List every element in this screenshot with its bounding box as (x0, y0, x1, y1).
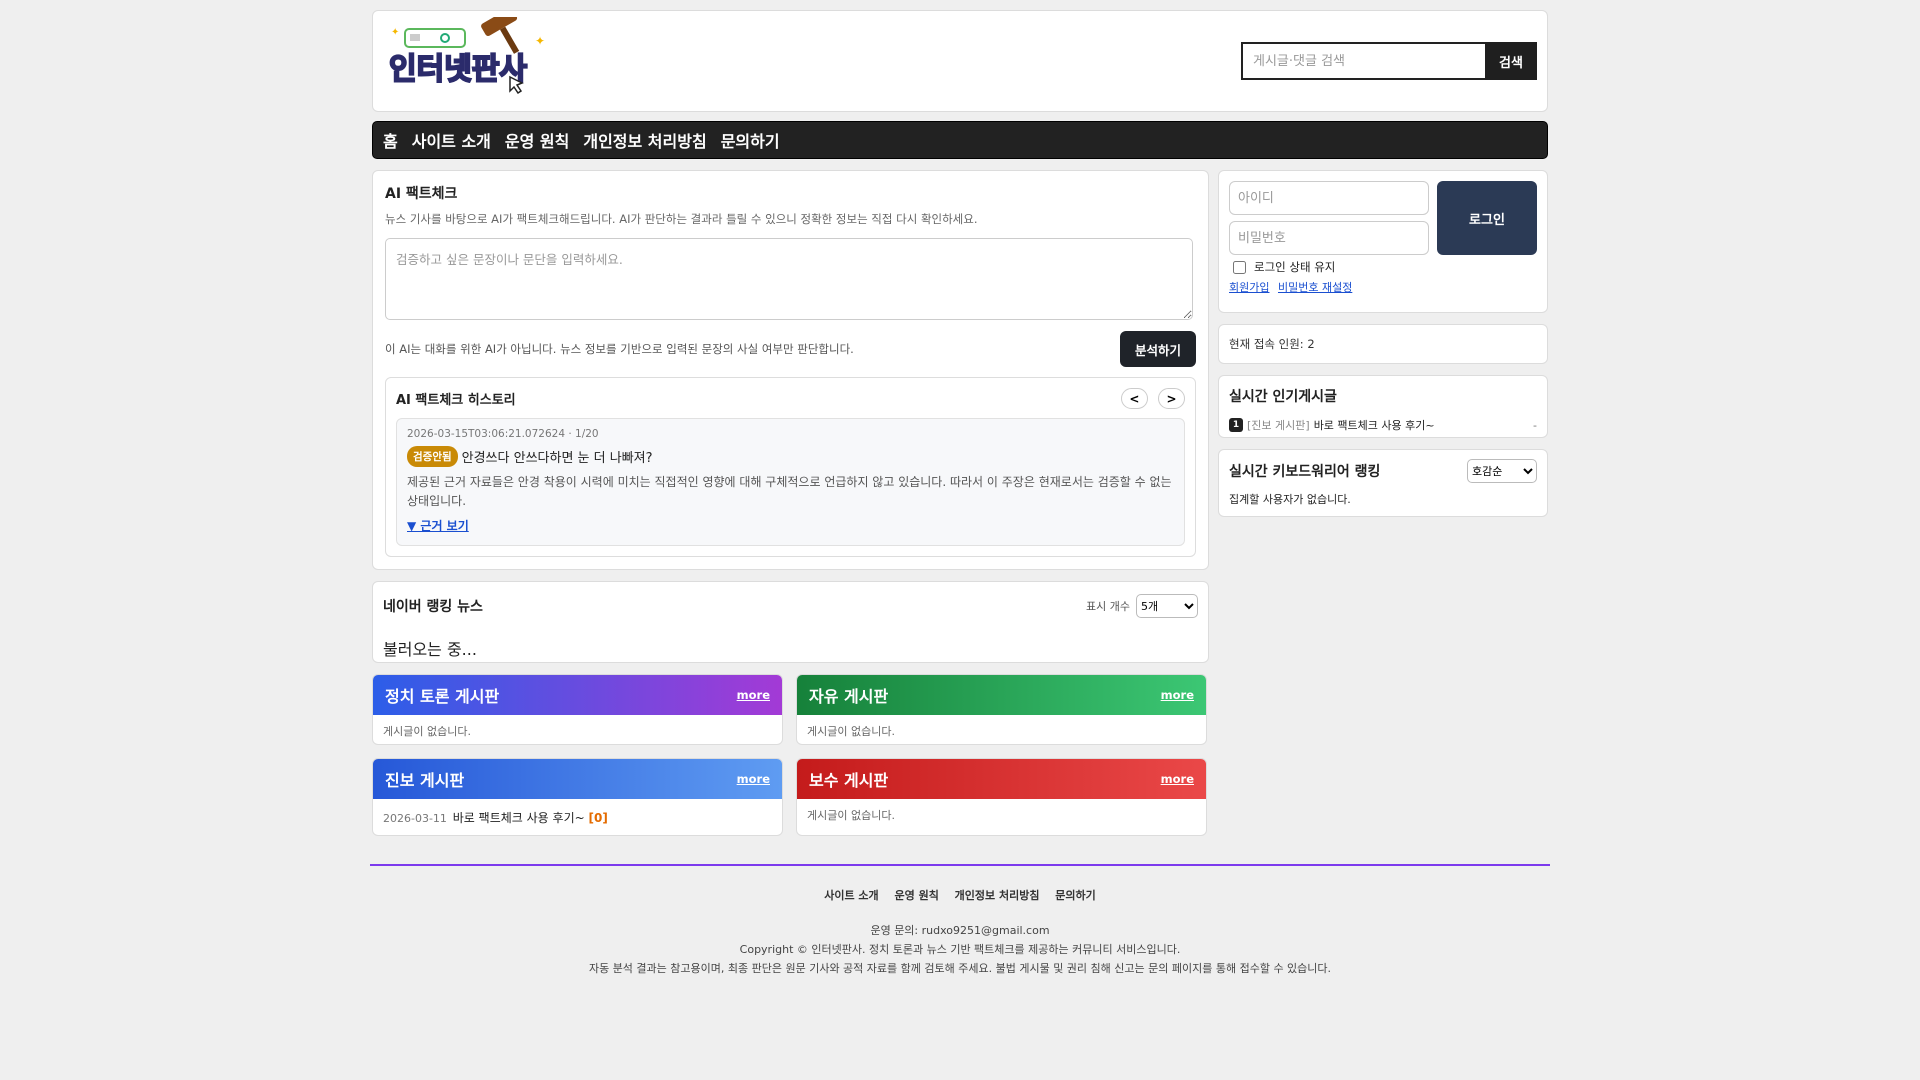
board-more-link[interactable]: more (1161, 772, 1194, 786)
site-logo[interactable]: 인터넷판사 ✦ ✦ (385, 17, 555, 105)
site-footer: 사이트 소개 운영 원칙 개인정보 처리방침 문의하기 운영 문의: rudxo… (370, 864, 1550, 978)
ranking-news-panel: 네이버 랭킹 뉴스 표시 개수 5개 불러오는 중... (372, 581, 1209, 663)
history-prev-button[interactable]: < (1120, 388, 1148, 409)
show-evidence-link[interactable]: ▼ 근거 보기 (407, 517, 469, 534)
board-title: 진보 게시판 (385, 771, 465, 790)
board-title: 정치 토론 게시판 (385, 687, 500, 706)
search-bar: 검색 (1241, 42, 1537, 80)
board-more-link[interactable]: more (737, 772, 770, 786)
search-button[interactable]: 검색 (1485, 42, 1537, 80)
reset-password-link[interactable]: 비밀번호 재설정 (1278, 281, 1352, 294)
factcheck-panel: AI 팩트체크 뉴스 기사를 바탕으로 AI가 팩트체크해드립니다. AI가 판… (372, 170, 1209, 570)
history-title: AI 팩트체크 히스토리 (396, 393, 516, 408)
footer-link-privacy[interactable]: 개인정보 처리방침 (955, 889, 1040, 902)
board-more-link[interactable]: more (737, 688, 770, 702)
keyboard-title: 실시간 키보드워리어 랭킹 (1229, 464, 1381, 480)
board-politics: 정치 토론 게시판 more 게시글이 없습니다. (372, 674, 783, 745)
board-free: 자유 게시판 more 게시글이 없습니다. (796, 674, 1207, 745)
board-post[interactable]: 2026-03-11 바로 팩트체크 사용 후기~ [0] (373, 799, 782, 835)
svg-text:✦: ✦ (391, 27, 399, 38)
password-input[interactable] (1229, 221, 1429, 255)
footer-contact: 운영 문의: rudxo9251@gmail.com (870, 924, 1050, 937)
history-claim: 안경쓰다 안쓰다하면 눈 더 나빠져? (461, 451, 653, 466)
nav-privacy[interactable]: 개인정보 처리방침 (583, 128, 706, 152)
analyze-button[interactable]: 분석하기 (1119, 331, 1196, 367)
keyboard-sort-select[interactable]: 호감순 (1467, 459, 1537, 483)
news-count-label: 표시 개수 (1086, 600, 1130, 613)
board-empty: 게시글이 없습니다. (807, 809, 895, 822)
login-panel: 로그인 로그인 상태 유지 회원가입 비밀번호 재설정 (1218, 170, 1548, 313)
login-button[interactable]: 로그인 (1437, 181, 1537, 255)
online-count: 현재 접속 인원: 2 (1218, 324, 1548, 364)
rank-badge: 1 (1229, 418, 1243, 432)
popular-board-tag: [진보 게시판] (1247, 419, 1310, 432)
board-title: 보수 게시판 (809, 771, 889, 790)
keep-login-checkbox[interactable] (1233, 260, 1246, 274)
keep-login-label: 로그인 상태 유지 (1254, 260, 1336, 274)
keep-login[interactable]: 로그인 상태 유지 (1229, 259, 1537, 275)
board-empty: 게시글이 없습니다. (383, 725, 471, 738)
main-nav: 홈 사이트 소개 운영 원칙 개인정보 처리방침 문의하기 (372, 121, 1548, 159)
post-date: 2026-03-11 (383, 812, 447, 825)
factcheck-history: AI 팩트체크 히스토리 < > 2026-03-15T03:06:21.072… (385, 377, 1196, 557)
post-title[interactable]: 바로 팩트체크 사용 후기~ (453, 811, 585, 825)
news-count-select[interactable]: 5개 (1136, 594, 1198, 618)
footer-link-contact[interactable]: 문의하기 (1055, 889, 1095, 902)
site-header: 인터넷판사 ✦ ✦ 검색 (372, 10, 1548, 112)
nav-principles[interactable]: 운영 원칙 (505, 128, 569, 152)
keyboard-empty: 집계할 사용자가 없습니다. (1229, 493, 1351, 506)
logo-text: 인터넷판사 (389, 52, 527, 87)
factcheck-note: 이 AI는 대화를 위한 AI가 아닙니다. 뉴스 정보를 기반으로 입력된 문… (385, 342, 854, 356)
username-input[interactable] (1229, 181, 1429, 215)
footer-disclaimer: 자동 분석 결과는 참고용이며, 최종 판단은 원문 기사와 공적 자료를 함께… (588, 962, 1332, 975)
verdict-badge: 검증안됨 (407, 446, 458, 467)
history-reason: 제공된 근거 자료들은 안경 착용이 시력에 미치는 직접적인 영향에 대해 구… (407, 475, 1172, 508)
footer-copyright: Copyright © 인터넷판사. 정치 토론과 뉴스 기반 팩트체크를 제공… (739, 943, 1181, 956)
popular-post-title[interactable]: 바로 팩트체크 사용 후기~ (1314, 417, 1435, 433)
board-empty: 게시글이 없습니다. (807, 725, 895, 738)
news-title: 네이버 랭킹 뉴스 (383, 599, 483, 615)
history-meta: 2026-03-15T03:06:21.072624 · 1/20 (407, 428, 599, 440)
popular-item[interactable]: 1 [진보 게시판] 바로 팩트체크 사용 후기~ - (1229, 417, 1537, 433)
popular-posts-panel: 실시간 인기게시글 1 [진보 게시판] 바로 팩트체크 사용 후기~ - (1218, 375, 1548, 438)
search-input[interactable] (1241, 42, 1485, 80)
board-title: 자유 게시판 (809, 687, 889, 706)
board-conservative: 보수 게시판 more 게시글이 없습니다. (796, 758, 1207, 836)
factcheck-description: 뉴스 기사를 바탕으로 AI가 팩트체크해드립니다. AI가 판단하는 결과라 … (385, 212, 978, 226)
footer-link-about[interactable]: 사이트 소개 (824, 889, 878, 902)
board-more-link[interactable]: more (1161, 688, 1194, 702)
keyboard-warrior-panel: 실시간 키보드워리어 랭킹 호감순 집계할 사용자가 없습니다. (1218, 449, 1548, 517)
svg-text:✦: ✦ (535, 34, 545, 48)
popular-extra: - (1533, 418, 1537, 432)
history-next-button[interactable]: > (1158, 388, 1185, 409)
nav-about[interactable]: 사이트 소개 (412, 128, 491, 152)
popular-title: 실시간 인기게시글 (1229, 389, 1337, 405)
online-count-text: 현재 접속 인원: 2 (1229, 337, 1315, 351)
footer-link-principles[interactable]: 운영 원칙 (895, 889, 939, 902)
nav-contact[interactable]: 문의하기 (721, 128, 780, 152)
signup-link[interactable]: 회원가입 (1229, 281, 1269, 294)
factcheck-input[interactable] (385, 238, 1193, 320)
comment-count: [0] (588, 811, 608, 825)
board-progressive: 진보 게시판 more 2026-03-11 바로 팩트체크 사용 후기~ [0… (372, 758, 783, 836)
factcheck-title: AI 팩트체크 (385, 186, 458, 202)
nav-home[interactable]: 홈 (383, 128, 398, 152)
news-loading: 불러오는 중... (383, 640, 477, 659)
history-entry: 2026-03-15T03:06:21.072624 · 1/20 검증안됨 안… (396, 418, 1185, 546)
